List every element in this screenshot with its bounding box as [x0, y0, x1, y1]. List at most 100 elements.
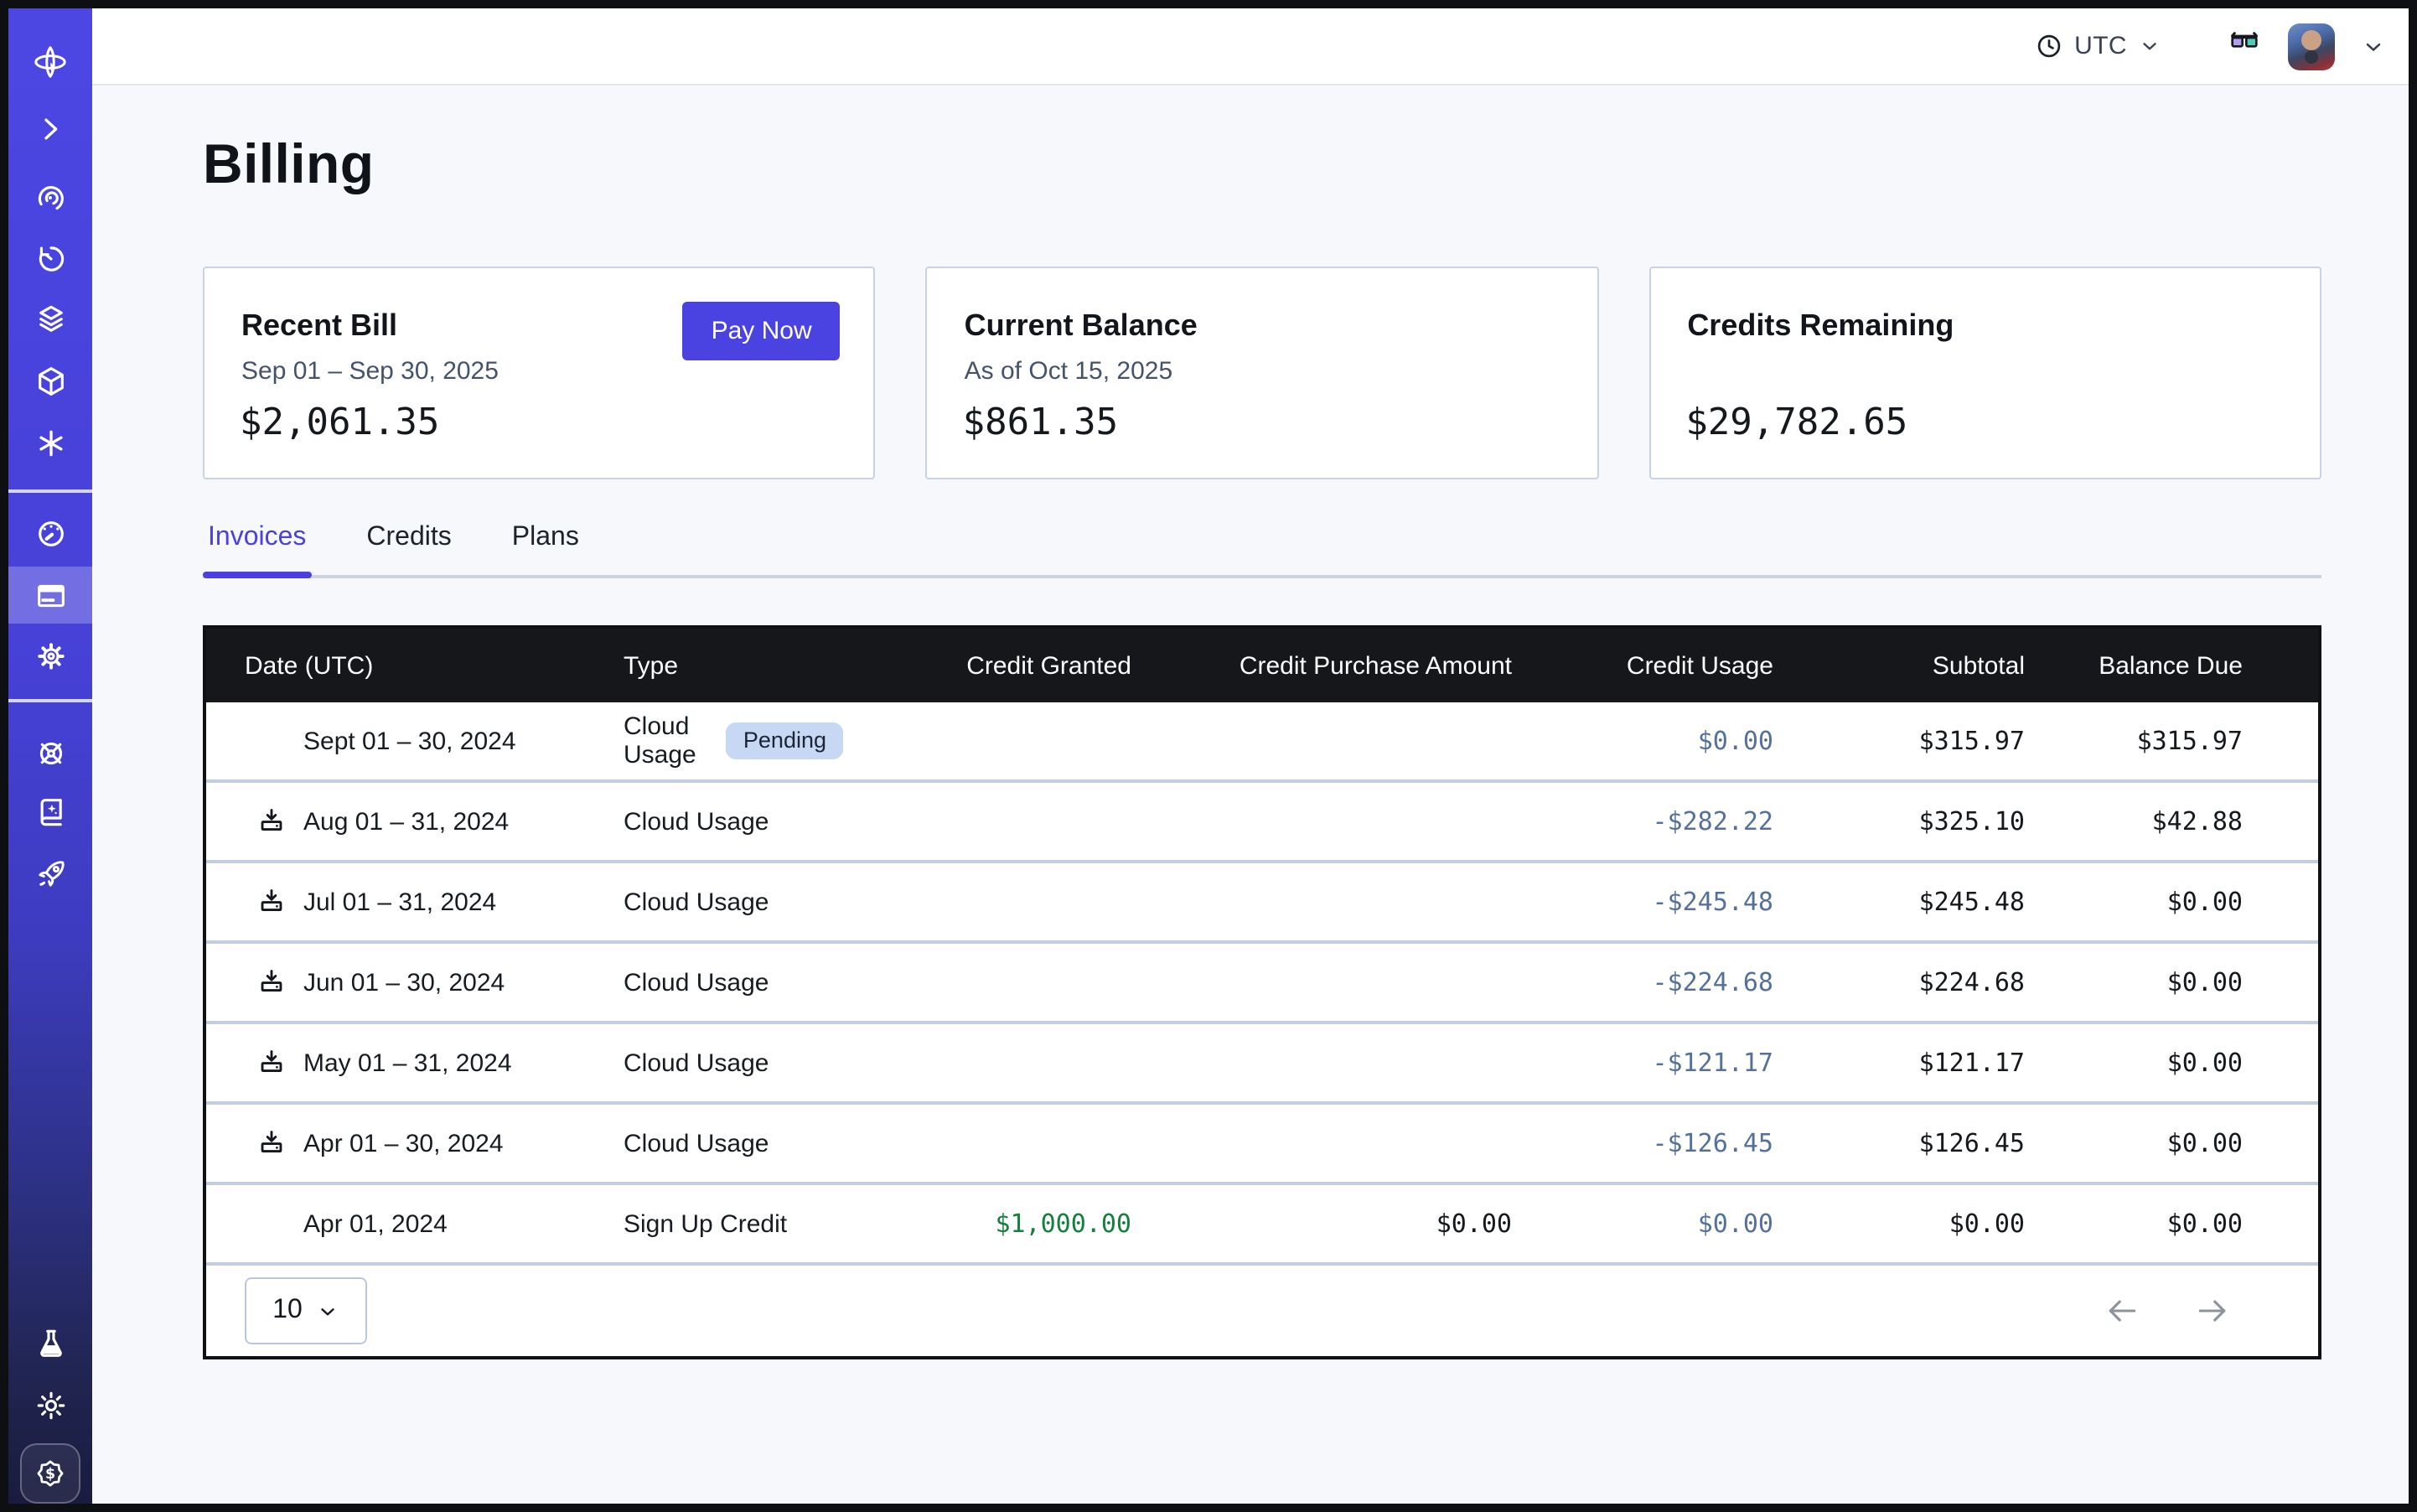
status-badge: Pending [727, 723, 843, 759]
topbar-right-group [2228, 23, 2385, 70]
column-header: Subtotal [1773, 651, 2025, 680]
balance-due-value: $0.00 [2025, 1048, 2318, 1078]
sidebar-item-credits[interactable]: $ [20, 1443, 80, 1504]
sidebar-divider [8, 699, 92, 702]
sidebar-item-lab[interactable] [8, 1314, 92, 1371]
card-subtitle: Sep 01 – Sep 30, 2025 [241, 357, 499, 386]
credit-usage-value: -$245.48 [1512, 887, 1773, 917]
invoice-type: Cloud Usage [624, 1129, 769, 1157]
subtotal-value: $121.17 [1773, 1048, 2025, 1078]
credit-usage-value: -$282.22 [1512, 806, 1773, 836]
billing-app-window: $ UTC [0, 0, 2417, 1512]
account-menu-button[interactable] [2362, 34, 2385, 58]
topbar: UTC [92, 8, 2409, 85]
invoice-type: Cloud Usage [624, 888, 769, 916]
table-row: Apr 01, 2024Sign Up Credit$1,000.00$0.00… [206, 1185, 2318, 1266]
balance-due-value: $0.00 [2025, 967, 2318, 997]
sidebar-item-theme[interactable] [8, 1376, 92, 1433]
balance-due-value: $42.88 [2025, 806, 2318, 836]
recent-bill-amount: $2,061.35 [240, 402, 439, 444]
sidebar-item-onboarding[interactable] [8, 845, 92, 902]
download-invoice-button[interactable] [256, 1048, 287, 1078]
credit-purchase-value: $0.00 [1131, 1209, 1512, 1239]
credit-usage-value: $0.00 [1512, 1209, 1773, 1239]
invoice-type: Cloud Usage [624, 807, 769, 836]
invoice-date: Apr 01, 2024 [303, 1209, 448, 1238]
radar-icon [33, 180, 68, 215]
type-cell: Cloud Usage [603, 807, 843, 836]
credit-usage-value: -$224.68 [1512, 967, 1773, 997]
sidebar-item-docs[interactable] [8, 783, 92, 840]
sidebar-divider [8, 489, 92, 492]
sidebar-item-settings[interactable] [8, 627, 92, 684]
sidebar-item-radar[interactable] [8, 169, 92, 226]
arrow-right-icon [2194, 1292, 2231, 1329]
logo-icon [30, 42, 70, 82]
arrow-left-icon [2104, 1292, 2140, 1329]
docs-book-icon [33, 794, 68, 829]
table-row: Jul 01 – 31, 2024Cloud Usage-$245.48$245… [206, 863, 2318, 944]
dev-glasses-button[interactable] [2228, 25, 2261, 67]
sidebar-item-asterisk[interactable] [8, 414, 92, 471]
subtotal-value: $325.10 [1773, 806, 2025, 836]
table-header: Date (UTC)TypeCredit GrantedCredit Purch… [206, 629, 2318, 702]
tab-credits[interactable]: Credits [361, 523, 456, 575]
type-cell: Cloud Usage [603, 888, 843, 916]
type-cell: Sign Up Credit [603, 1209, 843, 1238]
theme-sun-icon [33, 1387, 68, 1422]
sidebar-item-layers[interactable] [8, 290, 92, 347]
sidebar-item-usage[interactable] [8, 505, 92, 562]
subtotal-value: $126.45 [1773, 1128, 2025, 1158]
current-balance-card: Current Balance As of Oct 15, 2025 $861.… [926, 267, 1599, 479]
date-cell: Jul 01 – 31, 2024 [206, 887, 603, 917]
pay-now-button[interactable]: Pay Now [683, 302, 841, 360]
sidebar-item-billing[interactable] [8, 567, 92, 624]
sidebar-collapse-button[interactable] [8, 101, 92, 158]
content: Billing Recent Bill Sep 01 – Sep 30, 202… [92, 85, 2409, 1504]
type-cell: Cloud Usage [603, 1049, 843, 1077]
credit-usage-value: -$126.45 [1512, 1128, 1773, 1158]
asterisk-icon [33, 425, 68, 460]
tab-invoices[interactable]: Invoices [203, 523, 311, 575]
clock-icon [2034, 32, 2062, 60]
credits-remaining-amount: $29,782.65 [1685, 402, 1907, 444]
invoice-date: Sept 01 – 30, 2024 [303, 727, 516, 755]
download-icon [256, 806, 287, 836]
type-cell: Cloud Usage [603, 968, 843, 997]
previous-page-button[interactable] [2104, 1292, 2140, 1329]
invoice-type: Cloud Usage [624, 1049, 769, 1077]
chevron-right-icon [34, 112, 67, 146]
download-invoice-button[interactable] [256, 887, 287, 917]
next-page-button[interactable] [2194, 1292, 2231, 1329]
date-cell: May 01 – 31, 2024 [206, 1048, 603, 1078]
download-invoice-button[interactable] [256, 1128, 287, 1158]
subtotal-value: $224.68 [1773, 967, 2025, 997]
timezone-selector[interactable]: UTC [2034, 32, 2161, 60]
gauge-icon [33, 515, 68, 551]
date-cell: Aug 01 – 31, 2024 [206, 806, 603, 836]
help-wheel-icon [33, 735, 68, 770]
column-header: Balance Due [2025, 651, 2318, 680]
user-avatar[interactable] [2288, 23, 2335, 70]
tab-plans[interactable]: Plans [507, 523, 584, 575]
history-clock-icon [33, 241, 68, 276]
download-icon [256, 887, 287, 917]
download-invoice-button[interactable] [256, 967, 287, 997]
page-size-select[interactable]: 10 [245, 1277, 367, 1344]
table-row: Sept 01 – 30, 2024Cloud UsagePending$0.0… [206, 702, 2318, 783]
sidebar-item-support[interactable] [8, 724, 92, 781]
table-row: Apr 01 – 30, 2024 Cloud Usage -$126.45$126… [206, 1105, 2318, 1185]
invoice-date: Apr 01 – 30, 2024 [303, 1129, 504, 1157]
invoice-type: Cloud Usage [624, 968, 769, 997]
sidebar-item-container[interactable] [8, 352, 92, 409]
date-cell: Apr 01, 2024 [206, 1209, 603, 1239]
timezone-label: UTC [2074, 32, 2127, 60]
download-invoice-button[interactable] [256, 806, 287, 836]
table-row: May 01 – 31, 2024Cloud Usage-$121.17$121… [206, 1024, 2318, 1105]
date-cell: Sept 01 – 30, 2024 [206, 726, 603, 756]
settings-gear-icon [33, 638, 68, 673]
dollar-badge-icon: $ [32, 1455, 69, 1492]
app-logo-icon[interactable] [8, 34, 92, 91]
pagination-arrows [2104, 1292, 2231, 1329]
sidebar-item-history[interactable] [8, 230, 92, 287]
